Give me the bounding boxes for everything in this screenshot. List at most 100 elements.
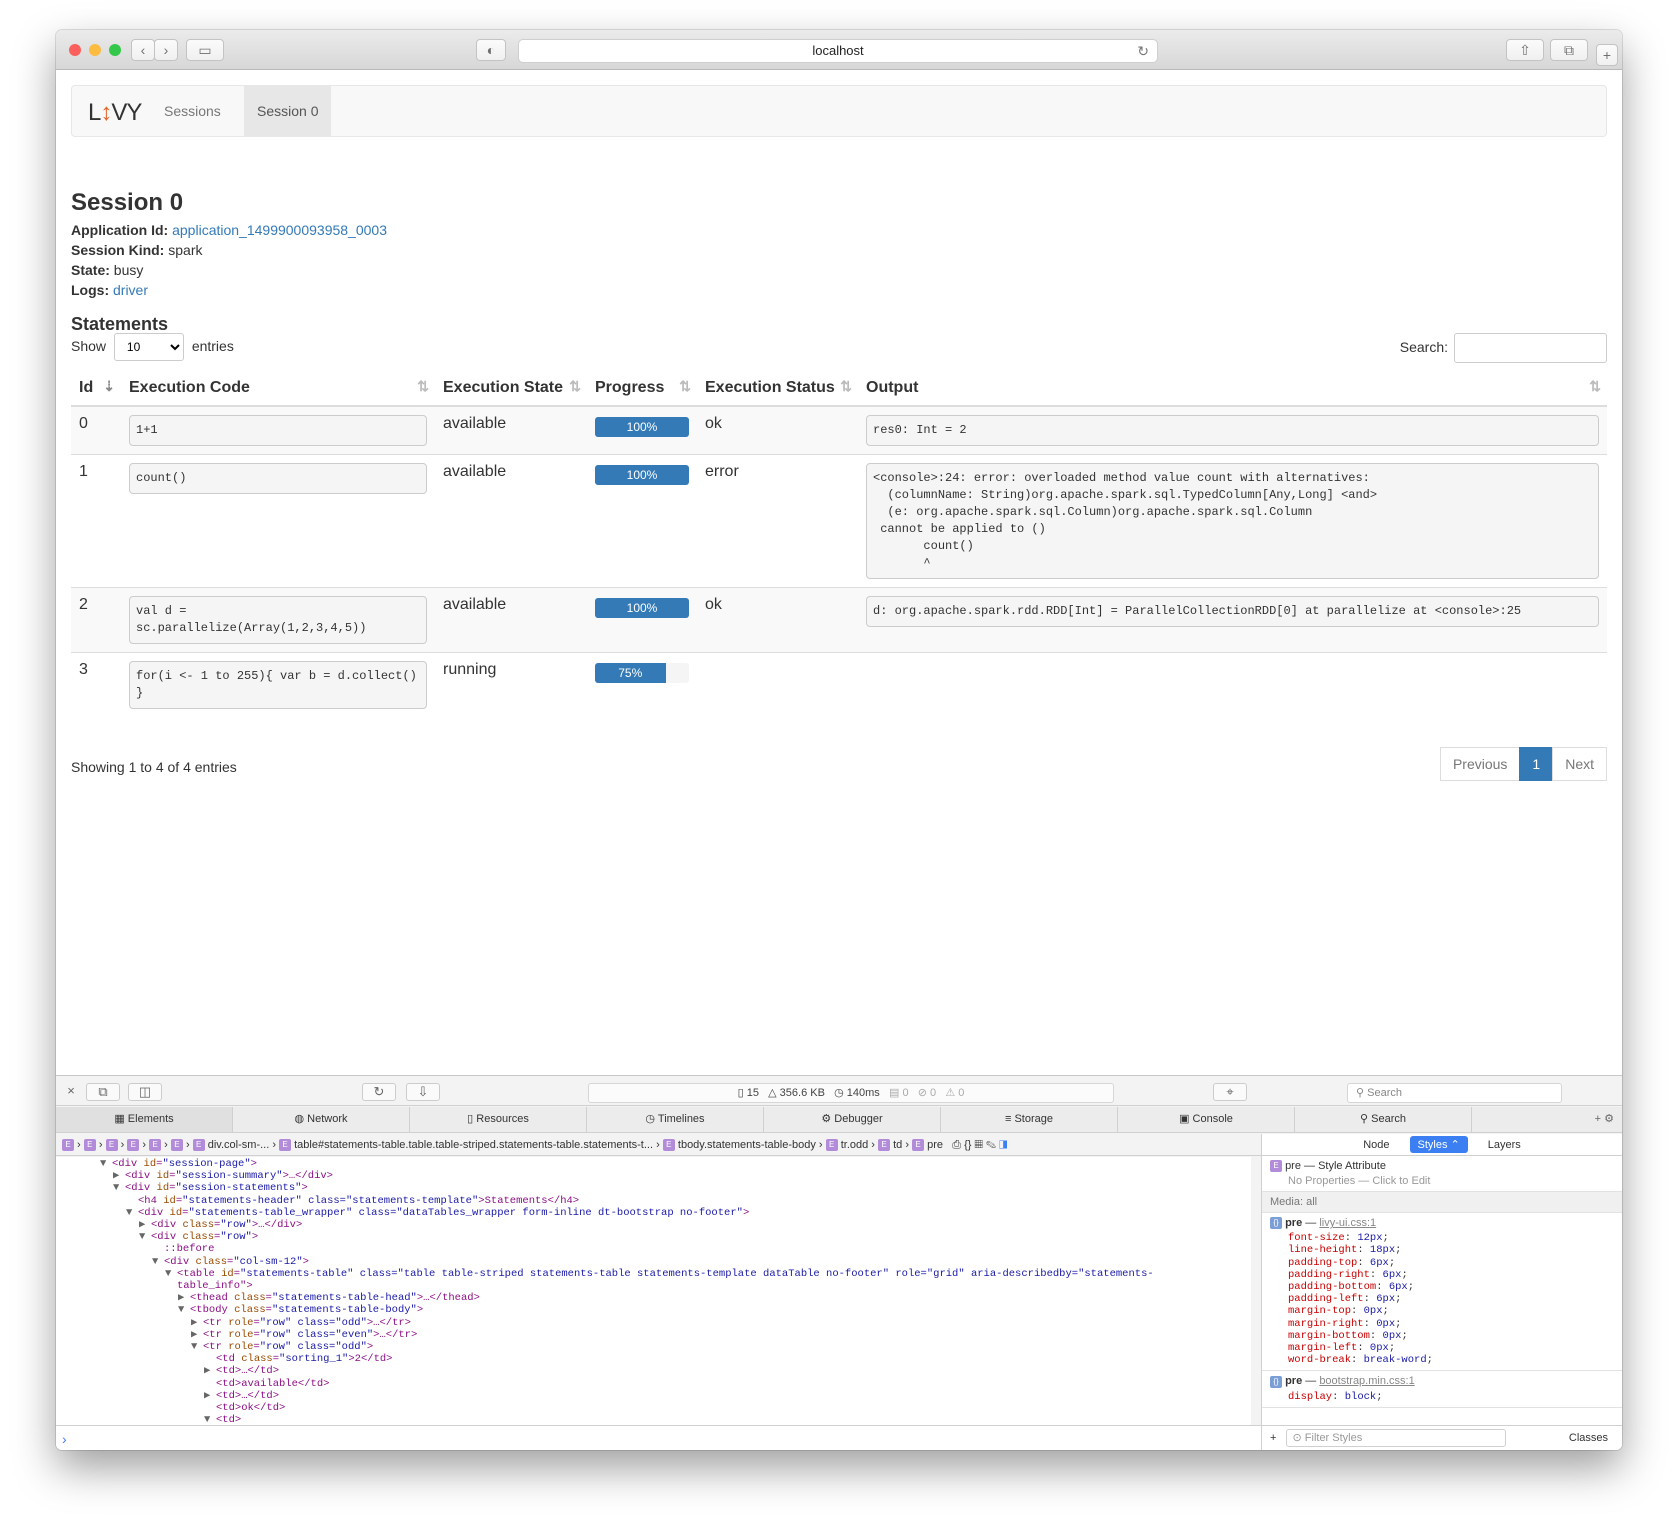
entries-length-select[interactable]: 10 xyxy=(113,333,184,362)
css-property[interactable]: word-break: break-word; xyxy=(1270,1354,1614,1366)
rule-source-link[interactable]: bootstrap.min.css:1 xyxy=(1319,1375,1414,1387)
sidebar-tab-node[interactable]: Node xyxy=(1355,1137,1397,1153)
dom-node-line[interactable]: ▼ <table id="statements-table" class="tab… xyxy=(56,1268,1251,1280)
tab-debugger[interactable]: ⚙ Debugger xyxy=(764,1107,941,1132)
rule-source-link[interactable]: livy-ui.css:1 xyxy=(1319,1217,1376,1229)
element-crumb-icon[interactable]: E xyxy=(83,1139,96,1152)
tab-resources[interactable]: ▯ Resources xyxy=(410,1107,587,1132)
classes-toggle[interactable]: Classes xyxy=(1569,1426,1622,1450)
tab-elements[interactable]: ▦ Elements xyxy=(56,1107,233,1132)
dom-node-line[interactable]: ▼ <td> xyxy=(56,1414,1251,1425)
dom-node-line[interactable]: table_info"> xyxy=(56,1280,1251,1292)
zoom-window-icon[interactable] xyxy=(109,44,121,56)
download-icon[interactable]: ⇩ xyxy=(406,1083,440,1101)
sidebar-toggle-icon[interactable]: ▭ xyxy=(186,39,224,61)
disclosure-triangle-icon[interactable]: ▼ xyxy=(165,1268,177,1280)
dom-node-line[interactable]: ▼ <div class="row"> xyxy=(56,1231,1251,1243)
tab-search[interactable]: ⚲ Search xyxy=(1295,1107,1472,1132)
close-inspector-icon[interactable]: × xyxy=(64,1083,78,1101)
css-property[interactable]: padding-left: 6px; xyxy=(1270,1293,1614,1305)
page-1-button[interactable]: 1 xyxy=(1519,747,1554,781)
disclosure-triangle-icon[interactable]: ▼ xyxy=(113,1182,125,1194)
url-bar[interactable]: localhost ↻ xyxy=(518,39,1158,63)
column-header-code[interactable]: Execution Code ⇅ xyxy=(121,370,435,407)
nav-session-0-link[interactable]: Session 0 xyxy=(244,86,332,136)
column-header-status[interactable]: Execution Status ⇅ xyxy=(697,370,858,407)
breadcrumb-item[interactable]: td xyxy=(893,1139,902,1151)
tab-timelines[interactable]: ◷ Timelines xyxy=(587,1107,764,1132)
forward-icon[interactable]: › xyxy=(154,39,178,61)
css-property[interactable]: padding-right: 6px; xyxy=(1270,1269,1614,1281)
css-property[interactable]: padding-bottom: 6px; xyxy=(1270,1281,1614,1293)
element-crumb-icon[interactable]: E xyxy=(878,1139,891,1152)
dom-node-line[interactable]: ▼ <tr role="row" class="odd"> xyxy=(56,1341,1251,1353)
dom-node-line[interactable]: ▶ <div class="row">…</div> xyxy=(56,1219,1251,1231)
element-crumb-icon[interactable]: E xyxy=(170,1139,183,1152)
disclosure-triangle-icon[interactable]: ▼ xyxy=(178,1304,190,1316)
css-property[interactable]: font-size: 12px; xyxy=(1270,1232,1614,1244)
element-crumb-icon[interactable]: E xyxy=(279,1139,292,1152)
dom-node-line[interactable]: ▶ <td>…</td> xyxy=(56,1365,1251,1377)
element-crumb-icon[interactable]: E xyxy=(662,1139,675,1152)
driver-log-link[interactable]: driver xyxy=(113,282,148,298)
column-header-output[interactable]: Output ⇅ xyxy=(858,370,1607,407)
disclosure-triangle-icon[interactable]: ▶ xyxy=(113,1170,125,1182)
element-crumb-icon[interactable]: E xyxy=(149,1139,162,1152)
element-crumb-icon[interactable]: E xyxy=(127,1139,140,1152)
sidebar-tab-layers[interactable]: Layers xyxy=(1480,1137,1529,1153)
dock-side-icon[interactable]: ◫ xyxy=(128,1083,162,1101)
add-rule-icon[interactable]: + xyxy=(1270,1432,1276,1444)
privacy-icon[interactable]: ◐ xyxy=(476,39,506,61)
disclosure-triangle-icon[interactable]: ▶ xyxy=(139,1219,151,1231)
sidebar-tab-styles[interactable]: Styles ⌃ xyxy=(1409,1136,1468,1153)
minimize-window-icon[interactable] xyxy=(89,44,101,56)
column-header-state[interactable]: Execution State ⇅ xyxy=(435,370,587,407)
disclosure-triangle-icon[interactable]: ▼ xyxy=(139,1231,151,1243)
table-search-input[interactable] xyxy=(1454,333,1607,364)
dom-node-line[interactable]: ::before xyxy=(56,1243,1251,1255)
dom-node-line[interactable]: ▼ <div id="session-statements"> xyxy=(56,1182,1251,1194)
application-id-link[interactable]: application_1499900093958_0003 xyxy=(172,222,387,238)
breadcrumb-item[interactable]: div.col-sm-... xyxy=(208,1139,270,1151)
breadcrumb-item[interactable]: table#statements-table.table.table-strip… xyxy=(294,1139,653,1151)
braces-icon[interactable]: {} xyxy=(964,1139,971,1151)
disclosure-triangle-icon[interactable]: ▶ xyxy=(204,1365,216,1377)
dom-node-line[interactable]: ▶ <td>…</td> xyxy=(56,1390,1251,1402)
dom-node-line[interactable]: ▼ <tbody class="statements-table-body"> xyxy=(56,1304,1251,1316)
sidebar-toggle-icon[interactable]: ◨ xyxy=(999,1139,1007,1151)
dom-node-line[interactable]: ▶ <tr role="row" class="odd">…</tr> xyxy=(56,1317,1251,1329)
disclosure-triangle-icon[interactable]: ▼ xyxy=(191,1341,203,1353)
element-crumb-icon[interactable]: E xyxy=(825,1139,838,1152)
disclosure-triangle-icon[interactable]: ▶ xyxy=(191,1329,203,1341)
css-property[interactable]: display: block; xyxy=(1270,1391,1614,1403)
style-attribute-rule[interactable]: E pre — Style Attribute No Properties — … xyxy=(1262,1156,1622,1193)
no-properties-text[interactable]: No Properties — Click to Edit xyxy=(1270,1175,1614,1187)
disclosure-triangle-icon[interactable]: ▼ xyxy=(126,1207,138,1219)
reload-icon[interactable]: ↻ xyxy=(1137,40,1149,62)
pencil-icon[interactable]: ✎ xyxy=(986,1139,996,1151)
disclosure-triangle-icon[interactable]: ▼ xyxy=(204,1414,216,1425)
dom-node-line[interactable]: <td class="sorting_1">2</td> xyxy=(56,1353,1251,1365)
nav-sessions-link[interactable]: Sessions xyxy=(151,86,234,136)
print-icon[interactable]: ⎙ xyxy=(952,1139,961,1151)
breadcrumb-item[interactable]: tr.odd xyxy=(841,1139,869,1151)
element-crumb-icon[interactable]: E xyxy=(192,1139,205,1152)
close-window-icon[interactable] xyxy=(69,44,81,56)
dom-node-line[interactable]: <td>ok</td> xyxy=(56,1402,1251,1414)
disclosure-triangle-icon[interactable]: ▼ xyxy=(152,1256,164,1268)
share-icon[interactable]: ⇧ xyxy=(1506,39,1544,61)
previous-page-button[interactable]: Previous xyxy=(1439,747,1521,781)
dom-node-line[interactable]: <td>available</td> xyxy=(56,1378,1251,1390)
element-crumb-icon[interactable]: E xyxy=(912,1139,925,1152)
breadcrumb-item[interactable]: tbody.statements-table-body xyxy=(678,1139,816,1151)
css-property[interactable]: margin-right: 0px; xyxy=(1270,1318,1614,1330)
css-property[interactable]: line-height: 18px; xyxy=(1270,1244,1614,1256)
tab-storage[interactable]: ≡ Storage xyxy=(941,1107,1118,1132)
grid-icon[interactable]: ▦ xyxy=(975,1139,983,1151)
column-header-progress[interactable]: Progress ⇅ xyxy=(587,370,697,407)
tabs-overview-icon[interactable]: ⧉ xyxy=(1550,39,1588,61)
element-crumb-icon[interactable]: E xyxy=(105,1139,118,1152)
dom-node-line[interactable]: ▶ <tr role="row" class="even">…</tr> xyxy=(56,1329,1251,1341)
disclosure-triangle-icon[interactable]: ▶ xyxy=(178,1292,190,1304)
dom-node-line[interactable]: ▶ <div id="session-summary">…</div> xyxy=(56,1170,1251,1182)
